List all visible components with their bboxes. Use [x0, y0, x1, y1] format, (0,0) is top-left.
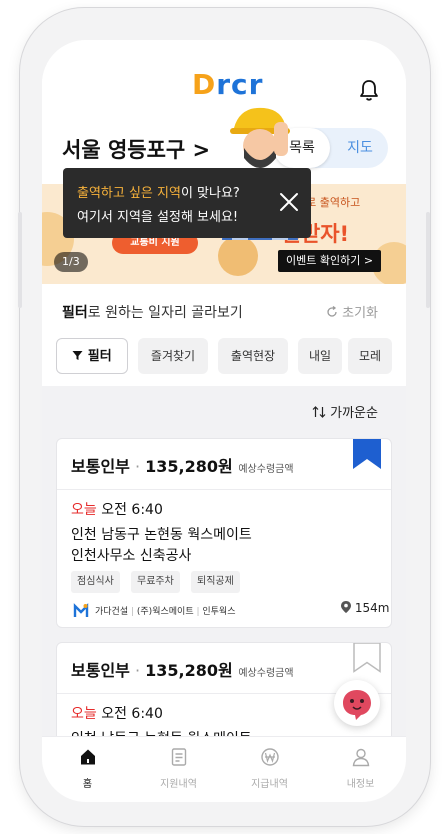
event-check-button[interactable]: 이벤트 확인하기 >	[278, 250, 382, 272]
filter-button-label: 필터	[87, 349, 112, 364]
tooltip-text: 여기서 지역을 설정해 보세요!	[77, 210, 239, 225]
chip-tomorrow[interactable]: 내일	[298, 338, 342, 374]
chat-support-button[interactable]	[334, 680, 380, 726]
refresh-icon	[327, 305, 337, 317]
company-names: 가다건설 | (주)웍스메이트 | 인투웍스	[95, 607, 236, 617]
nav-home[interactable]: 홈	[42, 737, 133, 802]
bookmark-filled-icon[interactable]	[353, 439, 381, 469]
job-time: 오늘 오전 6:40	[71, 502, 163, 518]
bottom-navigation: 홈 지원내역 지급내역 내정보	[42, 736, 406, 802]
job-time: 오늘 오전 6:40	[71, 706, 163, 722]
tooltip-text: 출역하고 싶은 지역이 맞나요?	[77, 186, 240, 201]
reset-button[interactable]: 초기화	[326, 302, 378, 321]
job-card[interactable]: 보통인부 · 135,280원 예상수령금액 오늘 오전 6:40 인천 남동구…	[56, 438, 392, 628]
divider	[57, 489, 391, 490]
filter-button[interactable]: 필터	[56, 338, 128, 374]
bookmark-outline-icon[interactable]	[353, 643, 381, 673]
job-distance: 154m	[341, 601, 389, 615]
nav-payments[interactable]: 지급내역	[224, 737, 315, 802]
company-logo-icon	[73, 603, 89, 617]
app-logo: Drcr	[192, 68, 264, 101]
nav-label: 내정보	[346, 779, 375, 790]
tag-free-parking: 무료주차	[131, 571, 180, 593]
home-icon	[81, 749, 95, 765]
job-location: 인천 남동구 논현동 웍스메이트 인천사무소 신축공사	[71, 527, 252, 564]
chat-bubble-icon	[343, 690, 371, 720]
location-tooltip: 출역하고 싶은 지역이 맞나요? 여기서 지역을 설정해 보세요!	[63, 168, 311, 238]
app-screen: Drcr 서울 영등포구 > 목록 지도 교통비 지원 으로 출역하고 ~원받자…	[42, 40, 406, 802]
location-selector[interactable]: 서울 영등포구 >	[62, 134, 210, 164]
reset-label: 초기화	[342, 306, 379, 321]
banner-coin-decoration	[218, 236, 258, 276]
won-icon	[261, 748, 279, 766]
nav-label: 홈	[82, 779, 93, 790]
sort-dropdown[interactable]: 가까운순	[312, 402, 378, 421]
chip-favorites[interactable]: 즐겨찾기	[138, 338, 208, 374]
chip-day-after-tomorrow[interactable]: 모레	[348, 338, 392, 374]
tag-retirement-deduction: 퇴직공제	[191, 571, 240, 593]
phone-side-button	[18, 212, 22, 308]
nav-label: 지급내역	[251, 779, 288, 790]
banner-page-indicator: 1/3	[54, 252, 88, 272]
chip-attendance-site[interactable]: 출역현장	[218, 338, 288, 374]
phone-side-button	[426, 212, 430, 308]
map-view-tab[interactable]: 지도	[332, 128, 388, 168]
sort-arrows-icon	[312, 406, 326, 418]
job-title: 보통인부 · 135,280원 예상수령금액	[71, 457, 294, 476]
close-icon[interactable]	[275, 188, 303, 216]
bell-icon[interactable]	[358, 78, 380, 102]
user-icon	[352, 748, 370, 767]
nav-applications[interactable]: 지원내역	[133, 737, 224, 802]
filter-section-title: 필터로 원하는 일자리 골라보기	[62, 305, 243, 321]
funnel-icon	[72, 351, 83, 360]
document-icon	[171, 748, 187, 766]
sort-label: 가까운순	[330, 406, 378, 421]
location-pin-icon	[341, 601, 351, 613]
nav-my-info[interactable]: 내정보	[315, 737, 406, 802]
tag-lunch: 점심식사	[71, 571, 120, 593]
nav-label: 지원내역	[160, 779, 197, 790]
job-title: 보통인부 · 135,280원 예상수령금액	[71, 661, 294, 680]
